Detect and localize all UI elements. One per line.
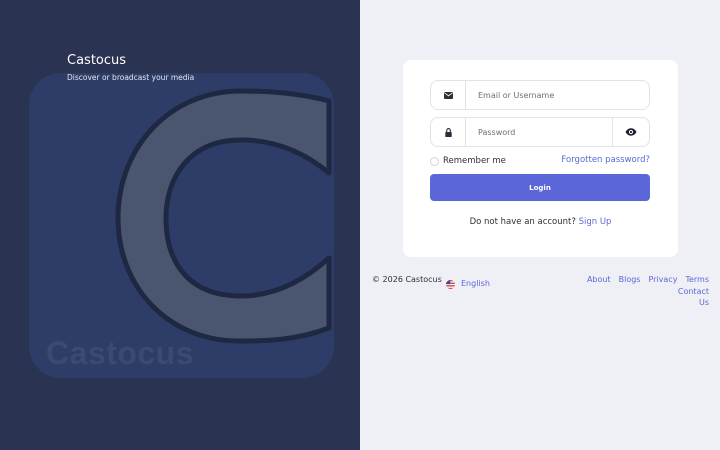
signup-link[interactable]: Sign Up — [579, 217, 612, 227]
castocus-logo: Castocus — [29, 73, 334, 378]
forgot-password-link[interactable]: Forgotten password? — [561, 155, 650, 165]
footer-copyright: © 2026 Castocus — [372, 275, 442, 284]
footer-link-blogs[interactable]: Blogs — [619, 275, 641, 284]
logo-wordmark: Castocus — [46, 335, 195, 371]
envelope-icon — [431, 81, 466, 109]
footer-link-about[interactable]: About — [587, 275, 611, 284]
remember-me-label: Remember me — [443, 156, 506, 166]
lock-icon — [431, 118, 466, 146]
brand-panel: Castocus Castocus Discover or broadcast … — [0, 0, 360, 450]
footer-link-contact[interactable]: Contact Us — [675, 286, 709, 308]
password-input[interactable] — [466, 118, 612, 146]
email-username-input[interactable] — [466, 81, 649, 109]
email-input-group — [430, 80, 650, 110]
signup-row: Do not have an account? Sign Up — [403, 217, 678, 227]
remember-me-checkbox[interactable] — [430, 156, 439, 166]
footer-nav: About Blogs Privacy Terms Contact Us — [555, 275, 709, 308]
language-selector[interactable]: English — [446, 274, 490, 293]
brand-tagline: Discover or broadcast your media — [67, 73, 195, 82]
language-link[interactable]: English — [461, 279, 490, 288]
login-panel: Remember me Forgotten password? Login Do… — [360, 0, 720, 450]
signup-prompt: Do not have an account? — [469, 217, 576, 227]
eye-icon[interactable] — [612, 118, 649, 146]
footer-link-privacy[interactable]: Privacy — [648, 275, 677, 284]
logo-letter-c-graphic — [115, 88, 332, 344]
password-input-group — [430, 117, 650, 147]
login-button[interactable]: Login — [430, 174, 650, 201]
brand-title: Castocus — [67, 53, 127, 68]
remember-me[interactable]: Remember me — [430, 156, 506, 166]
login-card: Remember me Forgotten password? Login Do… — [403, 60, 678, 257]
us-flag-icon — [446, 274, 455, 293]
footer-link-terms[interactable]: Terms — [685, 275, 709, 284]
